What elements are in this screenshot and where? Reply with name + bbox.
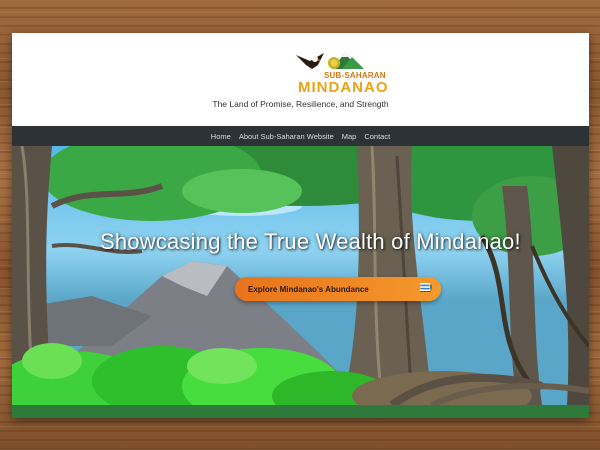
hero-title: Showcasing the True Wealth of Mindanao! <box>100 229 521 254</box>
site-tagline: The Land of Promise, Resilience, and Str… <box>212 99 389 109</box>
browser-page: SUB-SAHARAN MINDANAO The Land of Promise… <box>12 33 589 418</box>
nav-about[interactable]: About Sub-Saharan Website <box>239 132 334 141</box>
brand-name: MINDANAO <box>298 79 389 96</box>
forest-illustration <box>12 146 589 405</box>
nav-map[interactable]: Map <box>342 132 357 141</box>
main-nav: Home About Sub-Saharan Website Map Conta… <box>12 126 589 146</box>
nav-contact[interactable]: Contact <box>364 132 390 141</box>
footer-band <box>12 405 589 418</box>
hero-banner: Showcasing the True Wealth of Mindanao! … <box>12 146 589 405</box>
eagle-icon <box>296 53 324 69</box>
site-header: SUB-SAHARAN MINDANAO The Land of Promise… <box>12 33 589 126</box>
nav-home[interactable]: Home <box>211 132 231 141</box>
explore-button[interactable]: Explore Mindanao's Abundance <box>235 277 441 301</box>
durian-icon <box>328 57 340 69</box>
explore-button-label: Explore Mindanao's Abundance <box>248 284 369 294</box>
